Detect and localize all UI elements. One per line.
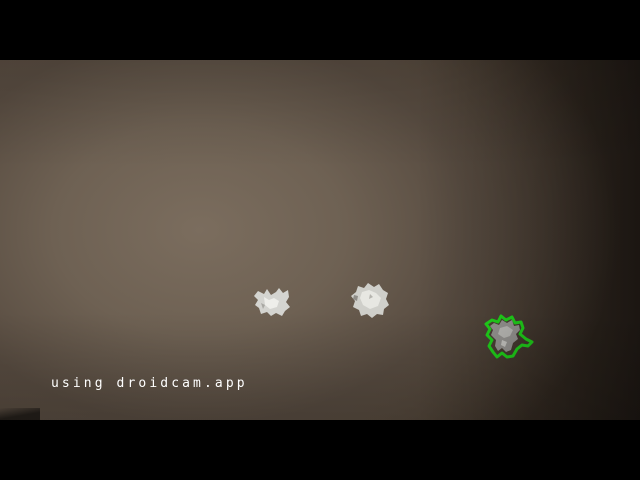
paper-bit-middle: [351, 283, 389, 318]
droidcam-watermark: using droidcam.app: [51, 376, 248, 391]
camera-frame: using droidcam.app: [0, 0, 640, 480]
letterbox-bottom: [0, 420, 640, 480]
paper-bit-left: [254, 288, 290, 316]
camera-view: using droidcam.app: [0, 60, 640, 420]
corner-shadow: [0, 408, 40, 420]
paper-bit-right: [484, 314, 534, 359]
letterbox-top: [0, 0, 640, 60]
